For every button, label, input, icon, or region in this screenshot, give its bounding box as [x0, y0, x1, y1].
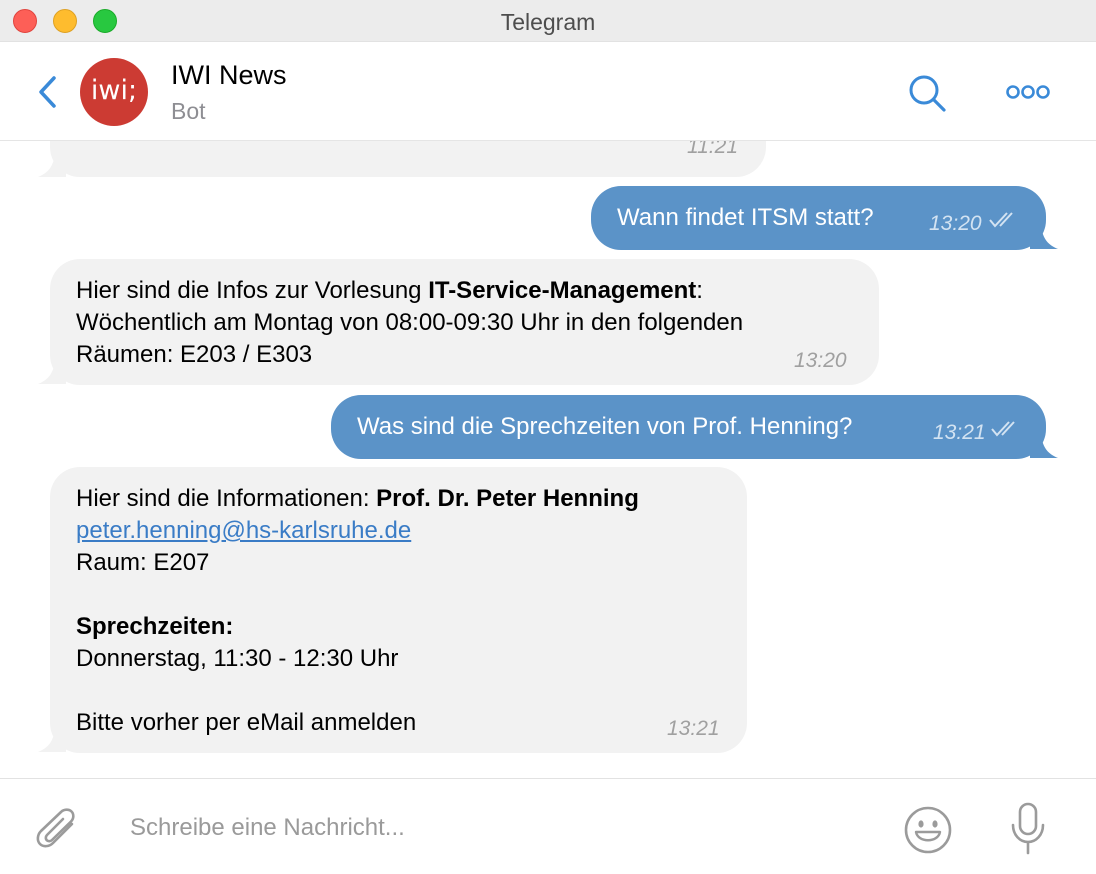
attach-icon[interactable]	[36, 806, 82, 856]
message-text: Hier sind die Infos zur Vorlesung IT-Ser…	[76, 275, 743, 371]
message-outgoing[interactable]: Wann findet ITSM statt? 13:20	[591, 186, 1046, 250]
search-icon[interactable]	[906, 72, 948, 114]
bubble-tail	[38, 159, 66, 177]
more-icon[interactable]	[1004, 80, 1052, 104]
message-time: 11:21	[687, 141, 738, 158]
message-line: Wöchentlich am Montag von 08:00-09:30 Uh…	[76, 309, 744, 336]
message-time: 13:20	[794, 349, 847, 372]
message-list[interactable]: 11:21 Wann findet ITSM statt? 13:20 Hier…	[0, 141, 1096, 779]
message-line: Räumen: E203 / E303	[76, 341, 313, 368]
message-time: 13:21	[933, 421, 986, 444]
read-receipt-icon	[991, 421, 1015, 437]
office-hours-heading: Sprechzeiten:	[76, 613, 234, 640]
lecture-name: IT-Service-Management	[428, 277, 697, 304]
message-composer	[0, 778, 1096, 874]
message-incoming[interactable]: Hier sind die Informationen: Prof. Dr. P…	[50, 467, 747, 753]
chat-header: iwi; IWI News Bot	[0, 42, 1096, 141]
message-text-part: Hier sind die Infos zur Vorlesung	[76, 277, 429, 304]
bubble-tail	[1030, 440, 1058, 458]
note-text: Bitte vorher per eMail anmelden	[76, 709, 417, 736]
bubble-tail	[1030, 231, 1058, 249]
window-titlebar: Telegram	[0, 0, 1096, 42]
message-time: 13:20	[929, 212, 982, 235]
message-text: Was sind die Sprechzeiten von Prof. Henn…	[357, 413, 853, 440]
chat-subtitle: Bot	[171, 98, 206, 124]
message-text-part: Hier sind die Informationen:	[76, 485, 377, 512]
avatar[interactable]: iwi;	[80, 58, 148, 126]
read-receipt-icon	[989, 212, 1013, 228]
message-outgoing[interactable]: Was sind die Sprechzeiten von Prof. Henn…	[331, 395, 1046, 459]
room-text: Raum: E207	[76, 549, 210, 576]
message-incoming[interactable]: Hier sind die Infos zur Vorlesung IT-Ser…	[50, 259, 879, 385]
message-time: 13:21	[667, 717, 720, 740]
bubble-tail	[38, 366, 66, 384]
emoji-icon[interactable]	[903, 805, 953, 855]
professor-name: Prof. Dr. Peter Henning	[376, 485, 639, 512]
message-text: Hier sind die Informationen: Prof. Dr. P…	[76, 483, 639, 739]
message-incoming[interactable]: 11:21	[50, 141, 766, 177]
window-title: Telegram	[500, 9, 596, 35]
chat-title[interactable]: IWI News	[171, 60, 287, 91]
message-input[interactable]	[130, 807, 850, 849]
message-text: Wann findet ITSM statt?	[617, 204, 874, 231]
back-icon[interactable]	[34, 72, 62, 112]
bubble-tail	[38, 734, 66, 752]
email-link[interactable]: peter.henning@hs-karlsruhe.de	[76, 517, 411, 544]
office-hours-text: Donnerstag, 11:30 - 12:30 Uhr	[76, 645, 399, 672]
message-text-part: :	[696, 277, 703, 304]
microphone-icon[interactable]	[1008, 801, 1048, 857]
